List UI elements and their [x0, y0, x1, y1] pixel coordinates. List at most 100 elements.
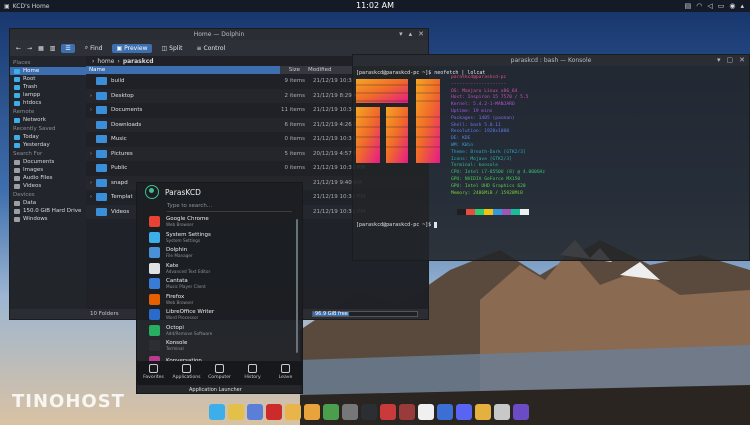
dock-app-icon[interactable] [418, 403, 434, 420]
dock-app-icon[interactable] [475, 403, 491, 420]
details-view-icon[interactable]: ☰ [61, 43, 75, 53]
notifications-icon[interactable]: ◉ [729, 2, 735, 10]
launcher-search-input[interactable]: Type to search... [167, 203, 292, 212]
dock-app-icon[interactable] [304, 403, 320, 420]
places-item[interactable]: Home [10, 67, 86, 75]
places-item[interactable]: Windows [10, 215, 86, 223]
split-button[interactable]: ◫ Split [158, 44, 187, 53]
places-item[interactable]: Videos [10, 182, 86, 190]
dock-app-icon[interactable] [361, 403, 377, 420]
launcher-tab[interactable]: History [238, 364, 268, 385]
dock-app-icon[interactable] [247, 403, 263, 420]
minimize-icon[interactable]: ▾ [399, 30, 403, 38]
maximize-icon[interactable]: ▴ [409, 30, 413, 38]
launcher-tab-label: Applications [172, 375, 201, 380]
places-item[interactable]: Data [10, 199, 86, 207]
watermark: TINOHOST [12, 391, 125, 412]
maximize-icon[interactable]: ▢ [727, 56, 734, 64]
launcher-app-item[interactable]: Cantata Music Player Client [137, 276, 302, 292]
launcher-app-item[interactable]: Octopi Add/Remove Software [137, 323, 302, 339]
dolphin-titlebar[interactable]: Home — Dolphin ▾ ▴ ✕ [10, 29, 428, 40]
system-info-line: CPU: Intel i7-8550U (8) @ 4.000GHz [451, 170, 546, 176]
expand-arrow-icon[interactable]: › [86, 180, 96, 186]
launcher-tab[interactable]: Computer [205, 364, 235, 385]
launcher-app-item[interactable]: Dolphin File Manager [137, 245, 302, 261]
launcher-app-item[interactable]: Kate Advanced Text Editor [137, 261, 302, 277]
dock-app-icon[interactable] [494, 403, 510, 420]
expand-arrow-icon[interactable]: › [86, 151, 96, 157]
dock-app-icon[interactable] [399, 403, 415, 420]
compact-view-icon[interactable]: ▥ [50, 45, 56, 52]
column-size[interactable]: Size [280, 67, 304, 73]
expand-arrow-icon[interactable]: › [86, 93, 96, 99]
color-swatch [466, 209, 475, 215]
breadcrumb-home[interactable]: home [97, 58, 114, 65]
close-icon[interactable]: ✕ [418, 30, 424, 38]
dock-app-icon[interactable] [266, 403, 282, 420]
places-item[interactable]: Network [10, 116, 86, 124]
dock-app-icon[interactable] [437, 403, 453, 420]
places-item[interactable]: Today [10, 133, 86, 141]
app-description: Advanced Text Editor [166, 268, 211, 274]
places-item[interactable]: Images [10, 166, 86, 174]
launcher-tab[interactable]: Leave [271, 364, 301, 385]
places-item[interactable]: Yesterday [10, 141, 86, 149]
places-item-label: Today [23, 134, 39, 140]
launcher-scrollbar[interactable] [296, 219, 298, 353]
prompt-line[interactable]: [paraskcd@paraskcd-pc ~]$ _ [356, 222, 438, 228]
places-item-label: Videos [23, 183, 42, 189]
launcher-tab[interactable]: Applications [172, 364, 202, 385]
breadcrumb-current[interactable]: paraskcd [123, 58, 154, 65]
launcher-app-item[interactable]: Firefox Web Browser [137, 292, 302, 308]
expand-tray-icon[interactable]: ▴ [740, 2, 744, 10]
dock-app-icon[interactable] [513, 403, 529, 420]
dock-app-icon[interactable] [323, 403, 339, 420]
avatar[interactable] [145, 185, 159, 199]
places-item[interactable]: Trash [10, 83, 86, 91]
launcher-app-item[interactable]: LibreOffice Writer Word Processor [137, 307, 302, 323]
dock-app-icon[interactable] [209, 403, 225, 420]
color-swatch [520, 209, 529, 215]
minimize-icon[interactable]: ▾ [717, 56, 721, 64]
network-icon[interactable]: ◠ [696, 2, 702, 10]
places-item[interactable]: Audio Files [10, 174, 86, 182]
clock[interactable]: 11:02 AM [330, 1, 420, 10]
konsole-title: paraskcd : bash — Konsole [510, 57, 592, 64]
folder-icon [14, 208, 20, 214]
places-item[interactable]: Root [10, 75, 86, 83]
launcher-app-item[interactable]: System Settings System Settings [137, 230, 302, 246]
places-item[interactable]: Documents [10, 158, 86, 166]
dock-app-icon[interactable] [342, 403, 358, 420]
clipboard-icon[interactable]: ▤ [685, 2, 692, 10]
icons-view-icon[interactable]: ▦ [38, 45, 44, 52]
launcher-tab[interactable]: Favorites [139, 364, 169, 385]
expand-arrow-icon[interactable]: › [86, 194, 96, 200]
places-item[interactable]: lampp [10, 91, 86, 99]
places-item[interactable]: htdocs [10, 99, 86, 107]
column-name[interactable]: Name [86, 66, 280, 74]
konsole-titlebar[interactable]: paraskcd : bash — Konsole ▾ ▢ ✕ [353, 55, 749, 66]
app-menu-icon[interactable]: ▣ [4, 3, 10, 10]
control-button[interactable]: ≡ Control [192, 44, 229, 53]
forward-icon[interactable]: → [27, 45, 32, 52]
preview-button[interactable]: ▣ Preview [112, 43, 152, 53]
dock-app-icon[interactable] [285, 403, 301, 420]
app-description: Web Browser [166, 299, 194, 305]
find-button[interactable]: ⌕ Find [81, 43, 107, 53]
places-item[interactable]: 150.0 GiB Hard Drive [10, 207, 86, 215]
app-icon [149, 340, 160, 352]
launcher-app-item[interactable]: Google Chrome Web Browser [137, 214, 302, 230]
dock-app-icon[interactable] [228, 403, 244, 420]
back-icon[interactable]: ← [16, 45, 21, 52]
launcher-app-item[interactable]: Konsole Terminal [137, 338, 302, 354]
color-swatch [475, 209, 484, 215]
dock-app-icon[interactable] [456, 403, 472, 420]
close-icon[interactable]: ✕ [739, 56, 745, 64]
file-name: build [111, 78, 125, 85]
places-item-label: lampp [23, 92, 41, 98]
battery-icon[interactable]: ▭ [718, 2, 725, 10]
dock-app-icon[interactable] [380, 403, 396, 420]
expand-arrow-icon[interactable]: › [86, 107, 96, 113]
system-info-line: -------------------- [451, 81, 507, 87]
volume-icon[interactable]: ◁ [707, 2, 712, 10]
